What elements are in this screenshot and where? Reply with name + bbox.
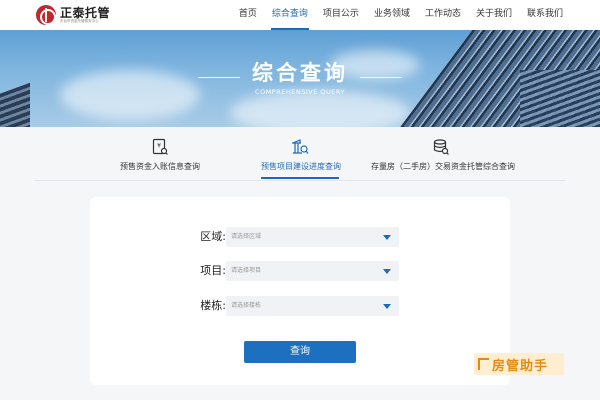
corner-bracket-icon — [478, 358, 489, 370]
nav-item-business-areas[interactable]: 业务领域 — [373, 0, 411, 30]
region-label: 区域: — [200, 230, 226, 243]
nav-item-about[interactable]: 关于我们 — [475, 0, 513, 30]
region-placeholder: 请选择区域 — [231, 233, 262, 240]
page-subtitle: COMPREHENSIVE QUERY — [255, 88, 345, 96]
tabs-divider — [35, 180, 565, 181]
form-row-region: 区域: 请选择区域 — [190, 227, 400, 247]
form-row-project: 项目: 请选择项目 — [190, 261, 400, 281]
nav-item-news[interactable]: 工作动态 — [424, 0, 462, 30]
building-search-icon — [292, 139, 309, 154]
svg-text:¥: ¥ — [157, 143, 161, 150]
project-placeholder: 请选择项目 — [231, 267, 262, 274]
nav-item-contact[interactable]: 联系我们 — [526, 0, 564, 30]
building-label: 楼栋: — [200, 299, 226, 312]
brand-name: 正泰托管 — [60, 5, 111, 20]
tab-label: 存量房（二手房）交易资金托管综合查询 — [371, 162, 515, 171]
watermark-badge: 房管助手 — [474, 353, 564, 375]
brand-tagline: 东台市资金托管服务中心 — [60, 18, 99, 23]
logo-emblem-icon — [36, 5, 56, 25]
tab-presale-funds[interactable]: ¥ 预售资金入账信息查询 — [120, 138, 200, 180]
tab-label: 预售项目建设进度查询 — [261, 162, 341, 171]
chevron-down-icon — [383, 304, 391, 309]
database-search-icon — [433, 139, 449, 155]
project-select[interactable]: 请选择项目 — [226, 261, 399, 281]
nav-item-home[interactable]: 首页 — [238, 0, 258, 30]
nav-item-comprehensive-query[interactable]: 综合查询 — [270, 0, 309, 30]
site-logo[interactable]: 正泰托管 东台市资金托管服务中心 — [36, 5, 110, 25]
top-header: 正泰托管 东台市资金托管服务中心 首页 综合查询 项目公示 业务领域 工作动态 … — [0, 0, 600, 30]
main-nav: 首页 综合查询 项目公示 业务领域 工作动态 关于我们 联系我们 — [225, 0, 564, 30]
building-placeholder: 请选择楼栋 — [231, 302, 262, 309]
tab-presale-progress[interactable]: 预售项目建设进度查询 — [261, 138, 341, 180]
form-row-building: 楼栋: 请选择楼栋 — [190, 296, 400, 316]
tab-resale-escrow[interactable]: 存量房（二手房）交易资金托管综合查询 — [371, 138, 515, 180]
query-tabs: ¥ 预售资金入账信息查询 预售项目建设进度查询 存量房（二手房）交易资金托管综合… — [35, 138, 565, 180]
page-title: 综合查询 — [252, 61, 348, 85]
project-label: 项目: — [200, 264, 226, 277]
region-select[interactable]: 请选择区域 — [226, 227, 399, 247]
watermark-text: 房管助手 — [492, 358, 549, 374]
chevron-down-icon — [383, 269, 391, 274]
currency-receipt-icon: ¥ — [152, 138, 168, 155]
page-banner: 综合查询 COMPREHENSIVE QUERY — [0, 30, 600, 127]
building-select[interactable]: 请选择楼栋 — [226, 296, 399, 316]
tab-label: 预售资金入账信息查询 — [120, 162, 200, 171]
nav-item-project-notice[interactable]: 项目公示 — [322, 0, 360, 30]
query-button[interactable]: 查询 — [244, 341, 356, 363]
chevron-down-icon — [383, 235, 391, 240]
